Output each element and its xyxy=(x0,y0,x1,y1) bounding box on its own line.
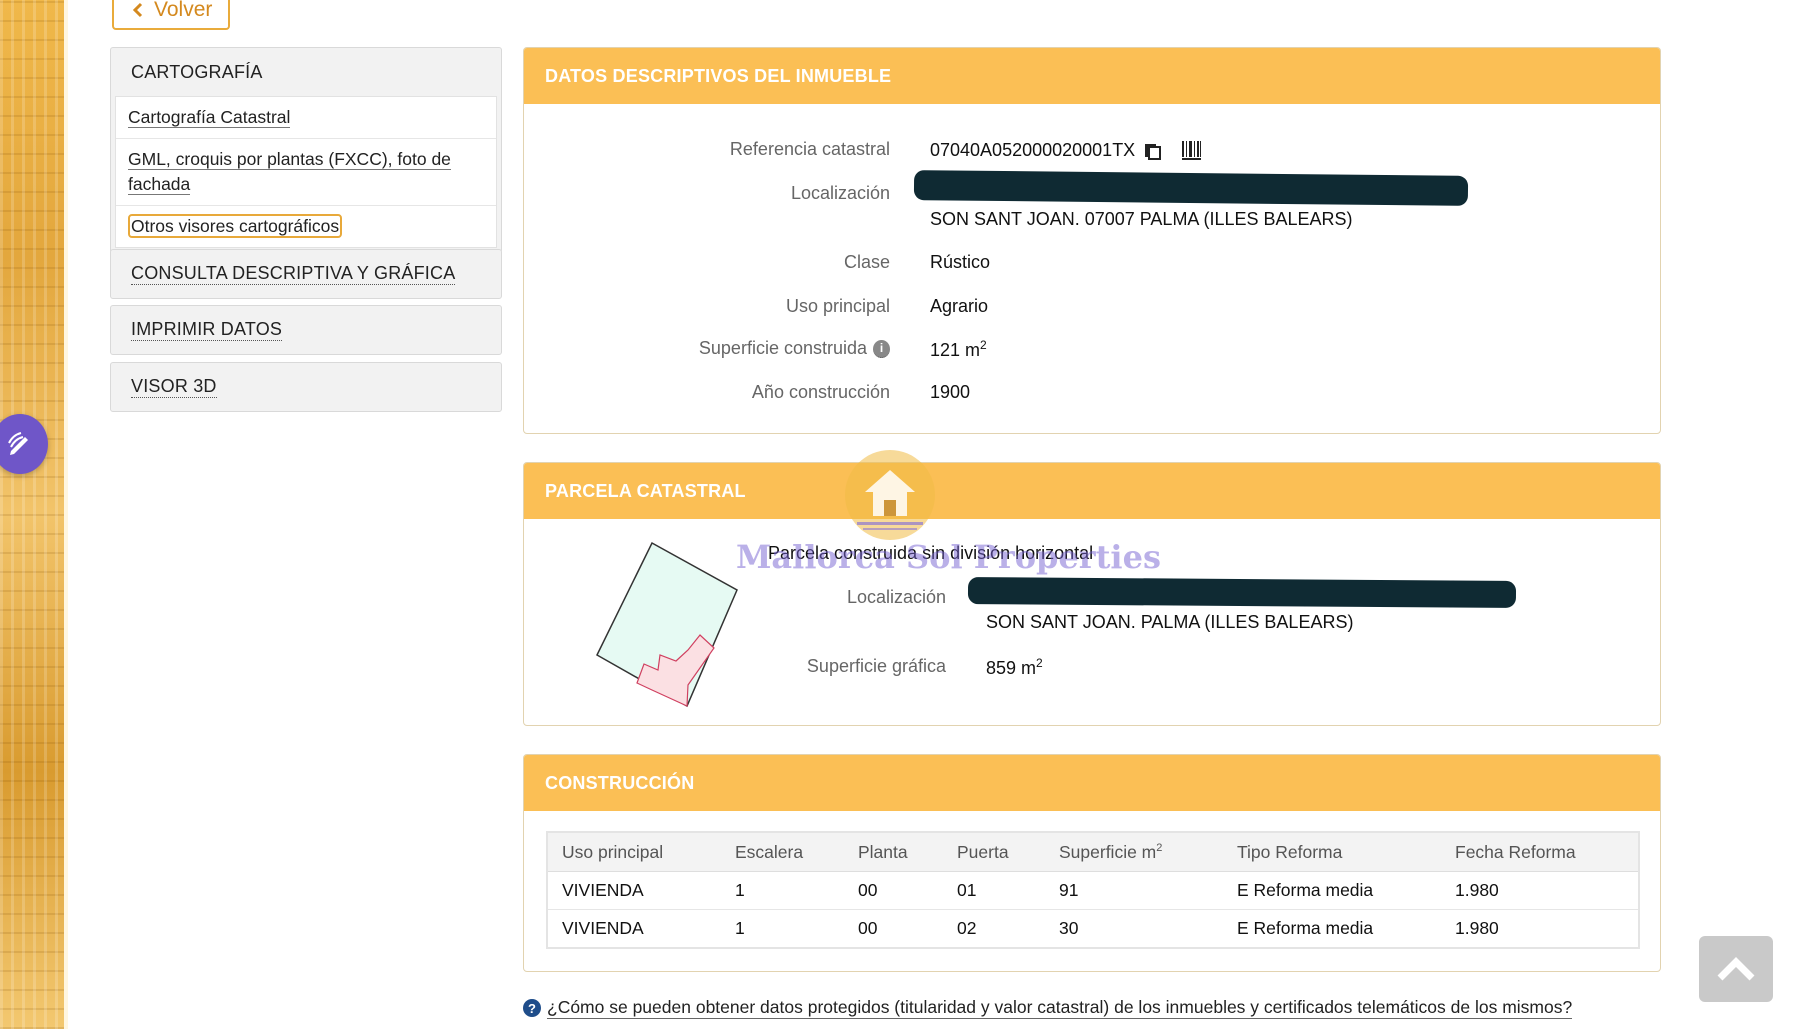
redacted-address xyxy=(913,170,1469,206)
localizacion-label: Localización xyxy=(790,183,890,203)
uso-label: Uso principal xyxy=(785,296,890,316)
table-cell: 00 xyxy=(844,909,943,948)
sidebar-visor3d-title: VISOR 3D xyxy=(131,376,217,398)
sidebar-visor3d-panel[interactable]: VISOR 3D xyxy=(110,362,502,412)
table-cell: 1 xyxy=(721,871,844,910)
table-cell: 01 xyxy=(943,871,1045,910)
table-cell: E Reforma media xyxy=(1223,871,1441,910)
column-header: Escalera xyxy=(721,832,844,872)
footer-question[interactable]: ? ¿Cómo se pueden obtener datos protegid… xyxy=(523,997,1573,1019)
back-label: Volver xyxy=(154,0,213,21)
anio-value: 1900 xyxy=(930,382,971,402)
house-logo-icon xyxy=(845,450,935,540)
sidebar-cartografia-panel: CARTOGRAFÍA Cartografía Catastral GML, c… xyxy=(110,47,502,253)
table-cell: 1.980 xyxy=(1441,871,1639,910)
table-cell: 30 xyxy=(1045,909,1223,948)
info-icon[interactable]: i xyxy=(873,339,890,358)
sidebar-item-label: Cartografía Catastral xyxy=(128,107,291,128)
table-cell: 1.980 xyxy=(1441,909,1639,948)
clase-label: Clase xyxy=(843,252,890,272)
back-button[interactable]: Volver xyxy=(112,0,230,30)
sidebar-item-otros-visores[interactable]: Otros visores cartográficos xyxy=(116,206,496,247)
sidebar-cartografia-list: Cartografía Catastral GML, croquis por p… xyxy=(115,96,497,248)
column-header: Puerta xyxy=(943,832,1045,872)
sidebar-item-label: Otros visores cartográficos xyxy=(128,214,343,238)
sidebar-item-gml-croquis[interactable]: GML, croquis por plantas (FXCC), foto de… xyxy=(116,139,496,206)
parcela-superficie-value: 859 m xyxy=(986,658,1037,678)
parcela-superficie-sup: 2 xyxy=(1036,656,1043,670)
superficie-sup: 2 xyxy=(980,338,987,352)
anio-label: Año construcción xyxy=(751,382,890,402)
decorative-side-strip xyxy=(0,0,68,1029)
parcela-subtitle: Parcela construida sin división horizont… xyxy=(768,543,1094,563)
footer-question-link[interactable]: ¿Cómo se pueden obtener datos protegidos… xyxy=(547,997,1573,1019)
clase-value: Rústico xyxy=(930,252,991,272)
column-header: Tipo Reforma xyxy=(1223,832,1441,872)
construccion-panel: CONSTRUCCIÓN Uso principal Escalera Plan… xyxy=(523,754,1661,972)
parcela-localizacion-label: Localización xyxy=(846,587,946,607)
localizacion-value: SON SANT JOAN. 07007 PALMA (ILLES BALEAR… xyxy=(930,209,1353,229)
sidebar-cartografia-header[interactable]: CARTOGRAFÍA xyxy=(111,48,501,96)
question-icon: ? xyxy=(523,999,541,1017)
redacted-parcel-address xyxy=(967,577,1517,608)
chevron-up-icon xyxy=(1717,957,1755,981)
table-cell: 00 xyxy=(844,871,943,910)
table-cell: VIVIENDA xyxy=(547,871,721,910)
construccion-title: CONSTRUCCIÓN xyxy=(524,755,1660,811)
table-cell: VIVIENDA xyxy=(547,909,721,948)
superficie-construida-value: 121 m xyxy=(930,340,981,360)
sidebar-item-label: GML, croquis por plantas (FXCC), foto de… xyxy=(128,149,451,195)
table-header-row: Uso principal Escalera Planta Puerta Sup… xyxy=(547,832,1639,872)
sidebar-imprimir-panel[interactable]: IMPRIMIR DATOS xyxy=(110,305,502,355)
column-header-superficie: Superficie m2 xyxy=(1045,832,1223,872)
column-header: Planta xyxy=(844,832,943,872)
column-header: Fecha Reforma xyxy=(1441,832,1639,872)
sidebar-consulta-panel[interactable]: CONSULTA DESCRIPTIVA Y GRÁFICA xyxy=(110,249,502,299)
parcela-catastral-title: PARCELA CATASTRAL xyxy=(524,463,1660,519)
parcela-superficie-label: Superficie gráfica xyxy=(806,656,946,676)
sidebar-cartografia-title: CARTOGRAFÍA xyxy=(131,61,263,82)
scroll-top-button[interactable] xyxy=(1699,936,1773,1002)
datos-descriptivos-panel: DATOS DESCRIPTIVOS DEL INMUEBLE Referenc… xyxy=(523,47,1661,434)
table-row: VIVIENDA 1 00 01 91 E Reforma media 1.98… xyxy=(547,871,1639,910)
parcela-catastral-panel: PARCELA CATASTRAL Parcela construida sin… xyxy=(523,462,1661,726)
table-cell: E Reforma media xyxy=(1223,909,1441,948)
superficie-construida-label: Superficie construida xyxy=(698,338,867,358)
copy-icon[interactable] xyxy=(1143,140,1163,160)
column-header: Uso principal xyxy=(547,832,721,872)
referencia-value: 07040A052000020001TX xyxy=(930,139,1136,160)
table-cell: 02 xyxy=(943,909,1045,948)
datos-descriptivos-title: DATOS DESCRIPTIVOS DEL INMUEBLE xyxy=(524,48,1660,104)
pencil-icon xyxy=(8,432,28,455)
uso-value: Agrario xyxy=(930,296,989,316)
construccion-table: Uso principal Escalera Planta Puerta Sup… xyxy=(546,831,1640,949)
sidebar-imprimir-title: IMPRIMIR DATOS xyxy=(131,319,283,341)
table-cell: 91 xyxy=(1045,871,1223,910)
barcode-icon[interactable] xyxy=(1181,139,1203,161)
table-cell: 1 xyxy=(721,909,844,948)
table-row: VIVIENDA 1 00 02 30 E Reforma media 1.98… xyxy=(547,909,1639,948)
referencia-label: Referencia catastral xyxy=(729,139,890,159)
parcel-map-thumbnail[interactable] xyxy=(592,538,742,708)
sidebar-consulta-title: CONSULTA DESCRIPTIVA Y GRÁFICA xyxy=(131,263,456,285)
parcela-localizacion-value: SON SANT JOAN. PALMA (ILLES BALEARS) xyxy=(986,612,1354,632)
sidebar-item-cartografia-catastral[interactable]: Cartografía Catastral xyxy=(116,97,496,139)
chevron-left-icon xyxy=(132,2,143,18)
